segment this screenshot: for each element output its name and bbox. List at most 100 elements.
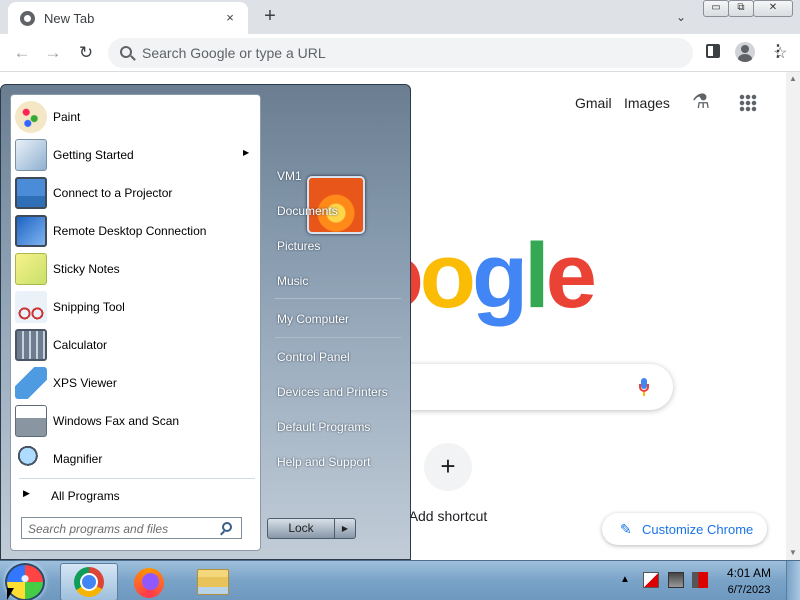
start-right-item-help-support[interactable]: Help and Support: [267, 447, 404, 477]
start-right-item-label: Devices and Printers: [277, 385, 388, 399]
start-search-box[interactable]: [21, 517, 242, 539]
images-link[interactable]: Images: [624, 95, 670, 111]
clock-date[interactable]: 6/7/2023: [718, 584, 780, 596]
projector-icon: [15, 177, 47, 209]
minimize-button[interactable]: ▭: [703, 0, 729, 17]
back-button[interactable]: ←: [9, 40, 35, 66]
file-explorer-icon: [197, 569, 229, 595]
start-menu-programs-pane: Paint Getting Started ▶ Connect to a Pro…: [10, 94, 261, 551]
lock-button[interactable]: Lock: [267, 518, 335, 539]
taskbar-firefox-button[interactable]: [122, 563, 180, 600]
submenu-arrow-icon[interactable]: ▶: [243, 148, 249, 157]
chrome-favicon-icon: [20, 11, 35, 26]
start-right-item-music[interactable]: Music: [267, 266, 404, 296]
maximize-button[interactable]: ⧉: [728, 0, 754, 17]
start-item-remote-desktop[interactable]: Remote Desktop Connection: [13, 212, 259, 250]
start-right-item-documents[interactable]: Documents: [267, 196, 404, 226]
mouse-cursor-icon: [7, 588, 14, 600]
lock-options-arrow-icon[interactable]: ▶: [334, 518, 356, 539]
add-shortcut-label[interactable]: Add shortcut: [400, 508, 496, 524]
side-panel-icon[interactable]: [706, 44, 720, 58]
divider: [275, 298, 401, 299]
logo-letter: l: [524, 225, 549, 327]
address-bar-input[interactable]: [142, 44, 582, 62]
start-item-connect-projector[interactable]: Connect to a Projector: [13, 174, 259, 212]
all-programs-arrow-icon: ▶: [23, 488, 30, 498]
search-icon[interactable]: [222, 522, 232, 532]
gmail-link[interactable]: Gmail: [575, 95, 612, 111]
new-tab-button[interactable]: +: [258, 4, 282, 28]
search-icon: [120, 46, 132, 58]
start-item-label: Remote Desktop Connection: [53, 224, 207, 238]
calculator-icon: [15, 329, 47, 361]
start-right-item-label: Pictures: [277, 239, 321, 253]
start-right-item-default-programs[interactable]: Default Programs: [267, 412, 404, 442]
start-menu: Paint Getting Started ▶ Connect to a Pro…: [0, 84, 411, 560]
start-item-fax-scan[interactable]: Windows Fax and Scan: [13, 402, 259, 440]
start-right-item-my-computer[interactable]: My Computer: [267, 304, 404, 334]
start-right-item-devices-printers[interactable]: Devices and Printers: [267, 377, 404, 407]
show-desktop-button[interactable]: [786, 561, 800, 600]
action-center-flag-icon[interactable]: [643, 572, 659, 588]
network-icon[interactable]: [668, 572, 684, 588]
xps-viewer-icon: [15, 367, 47, 399]
labs-flask-icon[interactable]: ⚗: [689, 90, 713, 114]
start-item-xps-viewer[interactable]: XPS Viewer: [13, 364, 259, 402]
start-right-item-label: My Computer: [277, 312, 350, 326]
divider: [275, 337, 401, 338]
scroll-up-arrow-icon[interactable]: ▲: [788, 74, 798, 84]
start-right-item-label: Control Panel: [277, 350, 350, 364]
all-programs-label: All Programs: [51, 489, 120, 503]
start-item-label: Windows Fax and Scan: [53, 414, 180, 428]
start-item-label: Sticky Notes: [53, 262, 120, 276]
close-window-button[interactable]: ✕: [753, 0, 793, 17]
tab-title: New Tab: [44, 11, 95, 26]
taskbar-file-explorer-button[interactable]: [184, 563, 242, 600]
start-right-item-label: Music: [277, 274, 309, 288]
scroll-down-arrow-icon[interactable]: ▼: [788, 548, 798, 558]
volume-muted-icon[interactable]: [692, 572, 708, 588]
start-item-calculator[interactable]: Calculator: [13, 326, 259, 364]
logo-letter: o: [419, 225, 476, 327]
chrome-icon: [74, 567, 104, 597]
paint-icon: [15, 101, 47, 133]
pencil-icon: ✎: [620, 521, 632, 537]
taskbar-chrome-button[interactable]: [60, 563, 118, 600]
start-item-label: Snipping Tool: [53, 300, 125, 314]
profile-avatar-icon[interactable]: [735, 42, 755, 62]
start-right-item-pictures[interactable]: Pictures: [267, 231, 404, 261]
start-right-item-label: Help and Support: [277, 455, 371, 469]
voice-search-mic-icon[interactable]: [638, 376, 650, 398]
add-shortcut-button[interactable]: +: [424, 443, 472, 491]
start-item-magnifier[interactable]: Magnifier: [13, 440, 259, 478]
tab-new-tab[interactable]: New Tab ×: [8, 2, 248, 34]
start-right-item-control-panel[interactable]: Control Panel: [267, 342, 404, 372]
forward-button[interactable]: →: [40, 40, 66, 66]
start-item-snipping-tool[interactable]: Snipping Tool: [13, 288, 259, 326]
chrome-menu-icon[interactable]: ⋮: [770, 42, 786, 62]
start-item-label: Paint: [53, 110, 81, 124]
getting-started-icon: [15, 139, 47, 171]
start-item-paint[interactable]: Paint: [13, 98, 259, 136]
reload-button[interactable]: ↻: [73, 40, 99, 66]
show-hidden-icons-arrow-icon[interactable]: ▲: [620, 574, 630, 585]
all-programs-button[interactable]: ▶ All Programs: [13, 481, 259, 509]
snipping-tool-icon: [15, 291, 47, 323]
clock-time[interactable]: 4:01 AM: [718, 566, 780, 580]
logo-letter: e: [545, 225, 597, 327]
logo-letter: g: [471, 225, 528, 327]
start-item-label: Getting Started: [53, 148, 134, 162]
google-apps-grid-icon[interactable]: [739, 94, 757, 112]
start-item-getting-started[interactable]: Getting Started ▶: [13, 136, 259, 174]
customize-chrome-button[interactable]: ✎ Customize Chrome: [602, 513, 767, 545]
start-right-item-vm1[interactable]: VM1: [267, 161, 404, 191]
start-item-label: Calculator: [53, 338, 108, 352]
tab-search-icon[interactable]: ⌄: [672, 8, 690, 26]
start-search-input[interactable]: [28, 521, 214, 536]
firefox-icon: [134, 568, 164, 598]
tab-close-icon[interactable]: ×: [220, 8, 240, 28]
start-item-sticky-notes[interactable]: Sticky Notes: [13, 250, 259, 288]
omnibox[interactable]: ⇪ ☆: [108, 38, 787, 68]
page-scrollbar[interactable]: ▲ ▼: [786, 72, 800, 560]
sticky-notes-icon: [15, 253, 47, 285]
